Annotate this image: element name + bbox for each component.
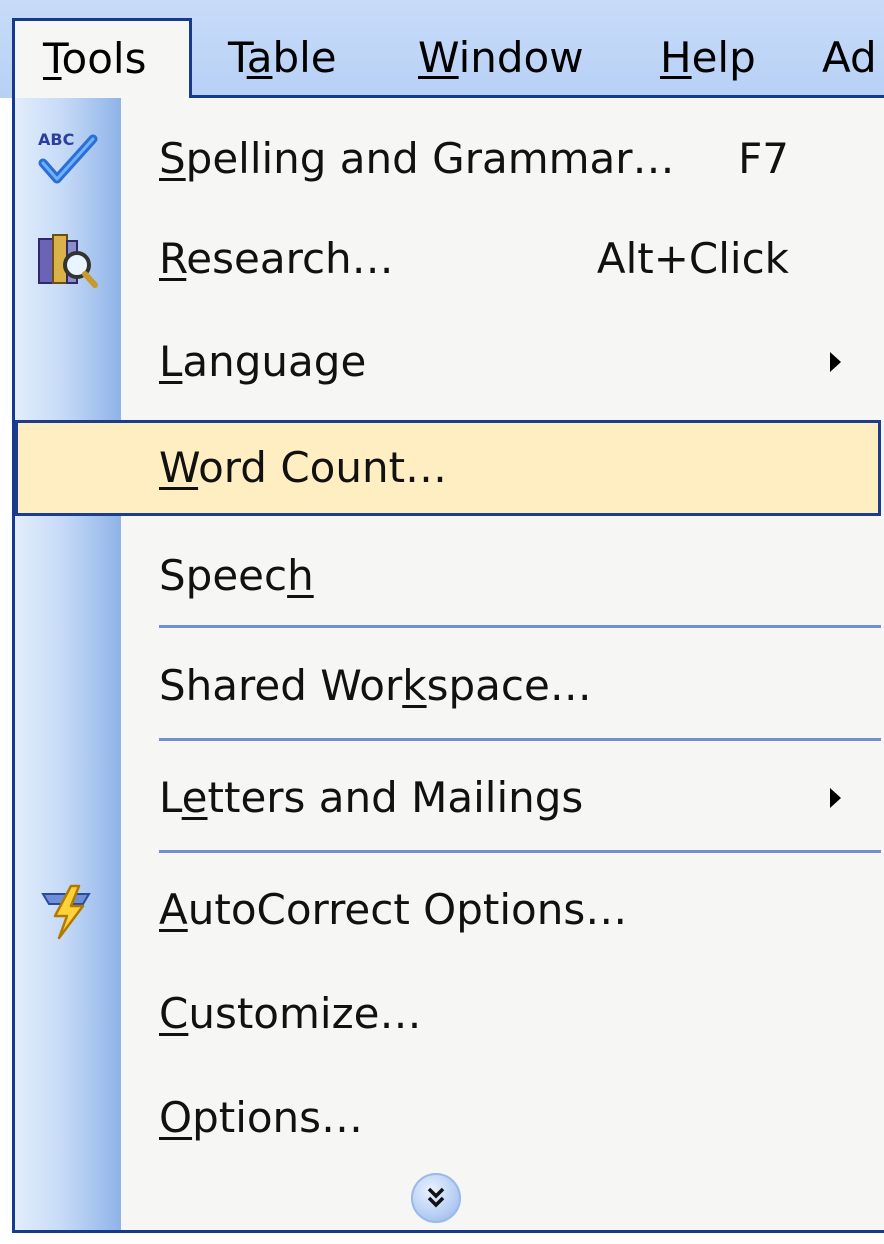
menu-item-options[interactable]: Options… [15,1070,881,1166]
menu-bar: Tools Table Window Help Ad [0,0,884,98]
menubar-window-mnemonic: W [418,33,459,82]
autocorrect-options-label: AutoCorrect Options… [159,885,628,934]
menubar-help-mnemonic: H [660,33,692,82]
customize-label: Customize… [159,989,422,1038]
word-tools-menu-screenshot: Tools Table Window Help Ad ABC Spelling … [0,0,884,1244]
menubar-tools-text-post: ools [61,34,147,83]
menubar-table-text-post: ble [272,33,337,82]
autocorrect-lightning-icon [35,876,101,942]
menu-separator [159,625,881,628]
submenu-arrow-icon [830,352,841,372]
expand-menu-button[interactable] [411,1173,461,1223]
menubar-help[interactable]: Help [660,18,756,98]
menubar-addins-text: Ad [822,33,877,82]
tools-dropdown-menu: ABC Spelling and Grammar… F7 Research… A… [12,95,884,1233]
menu-separator [159,850,881,853]
menubar-table-mnemonic: a [246,33,273,82]
spelling-and-grammar-label: Spelling and Grammar… [159,134,675,183]
shared-workspace-label: Shared Workspace… [159,661,592,710]
menu-item-shared-workspace[interactable]: Shared Workspace… [15,638,881,734]
menu-item-autocorrect-options[interactable]: AutoCorrect Options… [15,862,881,958]
spelling-shortcut: F7 [738,134,789,183]
letters-and-mailings-label: Letters and Mailings [159,773,584,822]
menubar-table-text-pre: T [228,33,247,82]
menubar-window-text-post: indow [458,33,584,82]
menu-item-speech[interactable]: Speech [15,528,881,624]
menu-item-letters-and-mailings[interactable]: Letters and Mailings [15,750,881,846]
menu-item-customize[interactable]: Customize… [15,966,881,1062]
language-label: Language [159,337,367,386]
menubar-tools-mnemonic: T [43,34,62,83]
menubar-help-text-post: elp [691,33,756,82]
options-label: Options… [159,1093,364,1142]
speech-label: Speech [159,551,314,600]
spelling-abc-check-icon: ABC [35,125,101,191]
research-shortcut: Alt+Click [596,234,789,283]
research-label: Research… [159,234,394,283]
menu-separator [159,738,881,741]
menubar-table[interactable]: Table [228,18,337,98]
menu-item-research[interactable]: Research… Alt+Click [15,211,881,307]
menubar-window[interactable]: Window [418,18,584,98]
word-count-label: Word Count… [159,443,448,492]
menubar-addins[interactable]: Ad [822,18,877,98]
chevron-double-down-icon [427,1187,445,1208]
menu-item-language[interactable]: Language [15,314,881,410]
menubar-tools[interactable]: Tools [12,18,192,98]
submenu-arrow-icon [830,788,841,808]
research-book-magnifier-icon [35,225,101,291]
menu-item-word-count[interactable]: Word Count… [15,420,881,516]
menu-item-spelling-and-grammar[interactable]: ABC Spelling and Grammar… F7 [15,111,881,207]
svg-text:ABC: ABC [38,130,74,149]
